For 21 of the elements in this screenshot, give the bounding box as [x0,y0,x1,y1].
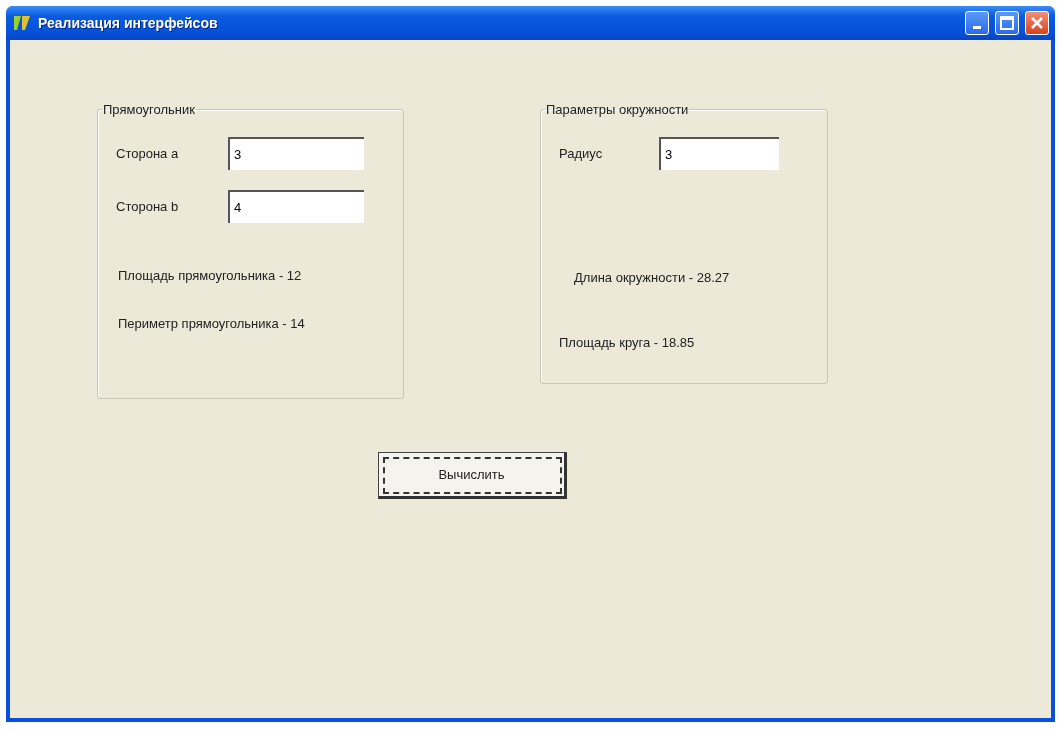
result-text: Площадь круга - 18.85 [559,335,696,350]
input-field[interactable]: 4 [228,190,364,223]
field-label: Сторона a [116,146,180,161]
app-icon [12,13,32,33]
window-title: Реализация интерфейсов [38,15,219,31]
field-label: Сторона b [116,199,180,214]
calculate-button[interactable]: Вычислить [378,452,567,499]
close-button[interactable] [1025,11,1049,35]
maximize-icon [1000,16,1014,30]
maximize-button[interactable] [995,11,1019,35]
minimize-button[interactable] [965,11,989,35]
result-text: Площадь прямоугольника - 12 [118,268,303,283]
group-title: Прямоугольник [102,102,196,117]
input-field[interactable]: 3 [228,137,364,170]
group-title: Параметры окружности [545,102,690,117]
minimize-icon [973,25,981,29]
close-icon [1031,17,1043,29]
field-label: Радиус [559,146,604,161]
input-field[interactable]: 3 [659,137,779,170]
result-text: Длина окружности - 28.27 [574,270,731,285]
result-text: Периметр прямоугольника - 14 [118,316,306,331]
